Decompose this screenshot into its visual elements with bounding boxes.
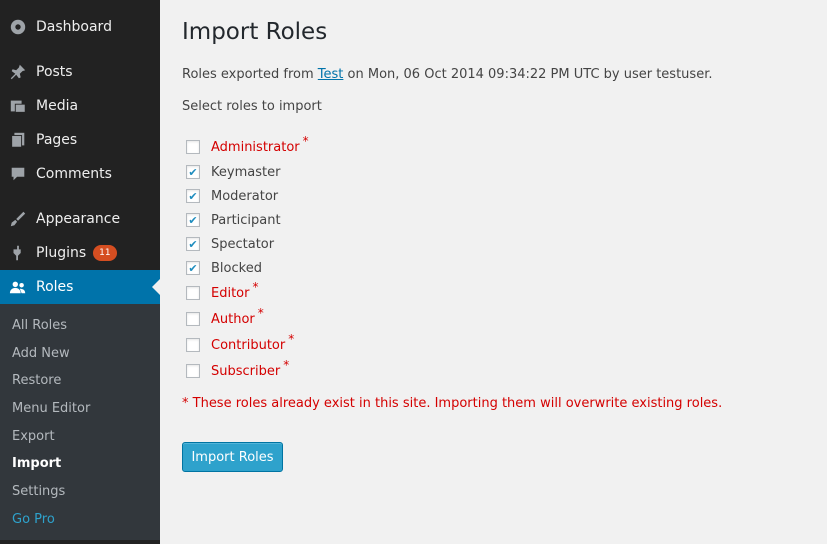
exists-marker: * <box>302 134 309 148</box>
role-row-participant: ✔ Participant <box>186 208 309 232</box>
menu-label: Media <box>36 98 79 114</box>
role-label: Moderator <box>211 188 279 204</box>
role-checkbox[interactable] <box>186 364 200 378</box>
role-row-contributor: Contributor * <box>186 332 309 358</box>
select-roles-label: Select roles to import <box>182 99 322 114</box>
menu-item-posts[interactable]: Posts <box>0 55 160 89</box>
pages-icon <box>0 131 36 149</box>
export-suffix: on Mon, 06 Oct 2014 09:34:22 PM UTC by u… <box>343 67 713 82</box>
menu-label: Roles <box>36 279 74 295</box>
role-label: Subscriber <box>211 363 281 379</box>
role-label: Keymaster <box>211 164 281 180</box>
menu-label: Comments <box>36 166 112 182</box>
role-row-subscriber: Subscriber * <box>186 358 309 384</box>
brush-icon <box>0 210 36 228</box>
role-row-spectator: ✔ Spectator <box>186 232 309 256</box>
role-checkbox[interactable]: ✔ <box>186 165 200 179</box>
submenu-settings[interactable]: Settings <box>0 478 160 506</box>
role-checkbox[interactable]: ✔ <box>186 189 200 203</box>
role-checkbox[interactable]: ✔ <box>186 213 200 227</box>
submenu-import[interactable]: Import <box>0 450 160 478</box>
submenu-go-pro[interactable]: Go Pro <box>0 506 160 534</box>
media-icon <box>0 97 36 115</box>
overwrite-warning: * These roles already exist in this site… <box>182 396 723 411</box>
role-row-administrator: Administrator * <box>186 134 309 160</box>
pin-icon <box>0 63 36 81</box>
submenu-export[interactable]: Export <box>0 423 160 451</box>
role-checkbox[interactable]: ✔ <box>186 237 200 251</box>
exists-marker: * <box>252 280 259 294</box>
menu-label: Dashboard <box>36 19 112 35</box>
role-label: Spectator <box>211 236 275 252</box>
menu-item-media[interactable]: Media <box>0 89 160 123</box>
submenu-all-roles[interactable]: All Roles <box>0 312 160 340</box>
submenu-restore[interactable]: Restore <box>0 367 160 395</box>
role-label: Administrator <box>211 139 300 155</box>
role-checkbox[interactable]: ✔ <box>186 261 200 275</box>
role-row-moderator: ✔ Moderator <box>186 184 309 208</box>
page-title: Import Roles <box>182 19 328 45</box>
plugin-icon <box>0 244 36 262</box>
menu-item-roles[interactable]: Roles <box>0 270 160 304</box>
menu-item-pages[interactable]: Pages <box>0 123 160 157</box>
update-count-badge: 11 <box>93 245 117 261</box>
role-label: Author <box>211 311 255 327</box>
role-label: Participant <box>211 212 281 228</box>
role-row-editor: Editor * <box>186 280 309 306</box>
export-prefix: Roles exported from <box>182 67 318 82</box>
admin-sidebar: Dashboard Posts Media Pages Comments App… <box>0 0 160 544</box>
role-checkbox[interactable] <box>186 338 200 352</box>
menu-item-dashboard[interactable]: Dashboard <box>0 10 160 44</box>
menu-item-comments[interactable]: Comments <box>0 157 160 191</box>
comment-icon <box>0 165 36 183</box>
role-row-author: Author * <box>186 306 309 332</box>
submenu-menu-editor[interactable]: Menu Editor <box>0 395 160 423</box>
dashboard-icon <box>0 18 36 36</box>
role-label: Contributor <box>211 337 286 353</box>
menu-label: Pages <box>36 132 78 148</box>
role-checkbox[interactable] <box>186 312 200 326</box>
role-checkbox[interactable] <box>186 140 200 154</box>
roles-list: Administrator * ✔ Keymaster ✔ Moderator ✔… <box>186 134 309 384</box>
export-info: Roles exported from Test on Mon, 06 Oct … <box>182 67 712 82</box>
submenu-add-new[interactable]: Add New <box>0 340 160 368</box>
role-checkbox[interactable] <box>186 286 200 300</box>
role-row-keymaster: ✔ Keymaster <box>186 160 309 184</box>
role-row-blocked: ✔ Blocked <box>186 256 309 280</box>
menu-label: Plugins <box>36 245 87 261</box>
menu-label: Appearance <box>36 211 121 227</box>
menu-item-plugins[interactable]: Plugins 11 <box>0 236 160 270</box>
source-site-link[interactable]: Test <box>318 67 344 82</box>
exists-marker: * <box>283 358 290 372</box>
menu-label: Posts <box>36 64 73 80</box>
menu-item-appearance[interactable]: Appearance <box>0 202 160 236</box>
role-label: Blocked <box>211 260 262 276</box>
exists-marker: * <box>288 332 295 346</box>
users-icon <box>0 278 36 296</box>
exists-marker: * <box>257 306 264 320</box>
roles-submenu: All Roles Add New Restore Menu Editor Ex… <box>0 304 160 540</box>
role-label: Editor <box>211 285 250 301</box>
import-roles-button[interactable]: Import Roles <box>182 442 283 472</box>
